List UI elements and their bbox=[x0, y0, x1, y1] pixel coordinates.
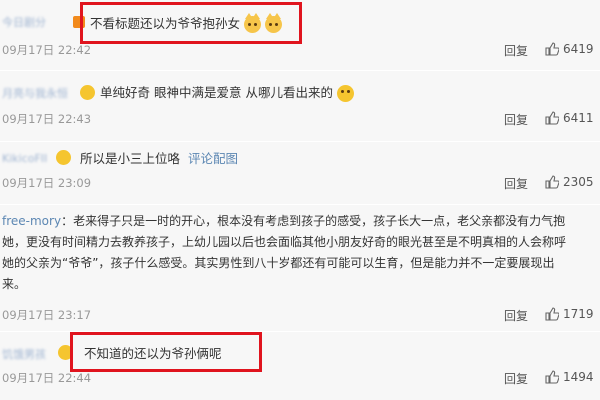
comment-text: 所以是小三上位咯 评论配图 bbox=[80, 148, 238, 169]
like-button[interactable]: 1719 bbox=[545, 307, 594, 321]
comment-text: 单纯好奇 眼神中满是爱意 从哪儿看出来的 bbox=[100, 82, 354, 103]
like-button[interactable]: 6411 bbox=[545, 111, 594, 125]
comment-time: 09月17日 23:17 bbox=[2, 308, 92, 322]
heart-eyes-emoji-icon bbox=[56, 150, 71, 165]
like-count: 2305 bbox=[563, 175, 594, 189]
thumbs-up-icon bbox=[545, 175, 559, 189]
like-count: 6411 bbox=[563, 111, 594, 125]
comment-item: 月亮与我永恒 单纯好奇 眼神中满是爱意 从哪儿看出来的 09月17日 22:43… bbox=[0, 71, 600, 141]
comment-item: 今日剧分 不看标题还以为爷爷抱孙女 09月17日 22:42 回复 6419 bbox=[0, 0, 600, 70]
comment-time: 09月17日 22:44 bbox=[2, 371, 92, 385]
comment-text-content: 单纯好奇 眼神中满是爱意 从哪儿看出来的 bbox=[100, 85, 333, 100]
like-button[interactable]: 6419 bbox=[545, 42, 594, 56]
like-button[interactable]: 1494 bbox=[545, 370, 594, 384]
comment-time: 09月17日 22:42 bbox=[2, 43, 92, 57]
comment-item: KikicoFII 所以是小三上位咯 评论配图 09月17日 23:09 回复 … bbox=[0, 142, 600, 204]
thumbs-up-icon bbox=[545, 111, 559, 125]
comment-username[interactable]: 月亮与我永恒 bbox=[2, 85, 68, 101]
like-count: 1494 bbox=[563, 370, 594, 384]
comment-text: free-mory：老来得子只是一时的开心，根本没有考虑到孩子的感受，孩子长大一… bbox=[2, 210, 598, 295]
like-count: 6419 bbox=[563, 42, 594, 56]
comment-username[interactable]: 今日剧分 bbox=[2, 14, 46, 30]
highlight-box bbox=[70, 332, 262, 372]
comment-username[interactable]: KikicoFII bbox=[2, 152, 47, 165]
comment-text-line: 她，更没有时间精力去教养孩子，上幼儿园以后也会面临其他小朋友好奇的眼光甚至是不明… bbox=[2, 235, 567, 249]
thumbs-up-icon bbox=[545, 42, 559, 56]
heart-eyes-emoji-icon bbox=[80, 85, 95, 100]
comment-username[interactable]: 饥饿男孩 bbox=[2, 346, 46, 362]
thumbs-up-icon bbox=[545, 307, 559, 321]
reply-button[interactable]: 回复 bbox=[504, 175, 528, 192]
reply-button[interactable]: 回复 bbox=[504, 370, 528, 387]
comment-time: 09月17日 22:43 bbox=[2, 112, 92, 126]
comment-image-link[interactable]: 评论配图 bbox=[188, 151, 238, 166]
reply-button[interactable]: 回复 bbox=[504, 42, 528, 59]
comment-text-line: 来。 bbox=[2, 277, 27, 291]
highlight-box bbox=[80, 2, 302, 44]
comment-text-content: 所以是小三上位咯 bbox=[80, 151, 181, 166]
like-button[interactable]: 2305 bbox=[545, 175, 594, 189]
reply-button[interactable]: 回复 bbox=[504, 111, 528, 128]
reply-button[interactable]: 回复 bbox=[504, 307, 528, 324]
comment-item: 饥饿男孩 不知道的还以为爷孙俩呢 09月17日 22:44 回复 1494 bbox=[0, 332, 600, 400]
comment-text-line: ：老来得子只是一时的开心，根本没有考虑到孩子的感受，孩子长大一点，老父亲都没有力… bbox=[61, 214, 566, 228]
thumbs-up-icon bbox=[545, 370, 559, 384]
like-count: 1719 bbox=[563, 307, 594, 321]
laughing-emoji-icon bbox=[336, 85, 354, 102]
comment-text-line: 她的父亲为“爷爷”，孩子什么感受。其实男性到八十岁都还有可能可以生育，但是能力并… bbox=[2, 256, 555, 270]
comment-time: 09月17日 23:09 bbox=[2, 176, 92, 190]
comment-username[interactable]: free-mory bbox=[2, 214, 61, 228]
comment-item: free-mory：老来得子只是一时的开心，根本没有考虑到孩子的感受，孩子长大一… bbox=[0, 205, 600, 331]
